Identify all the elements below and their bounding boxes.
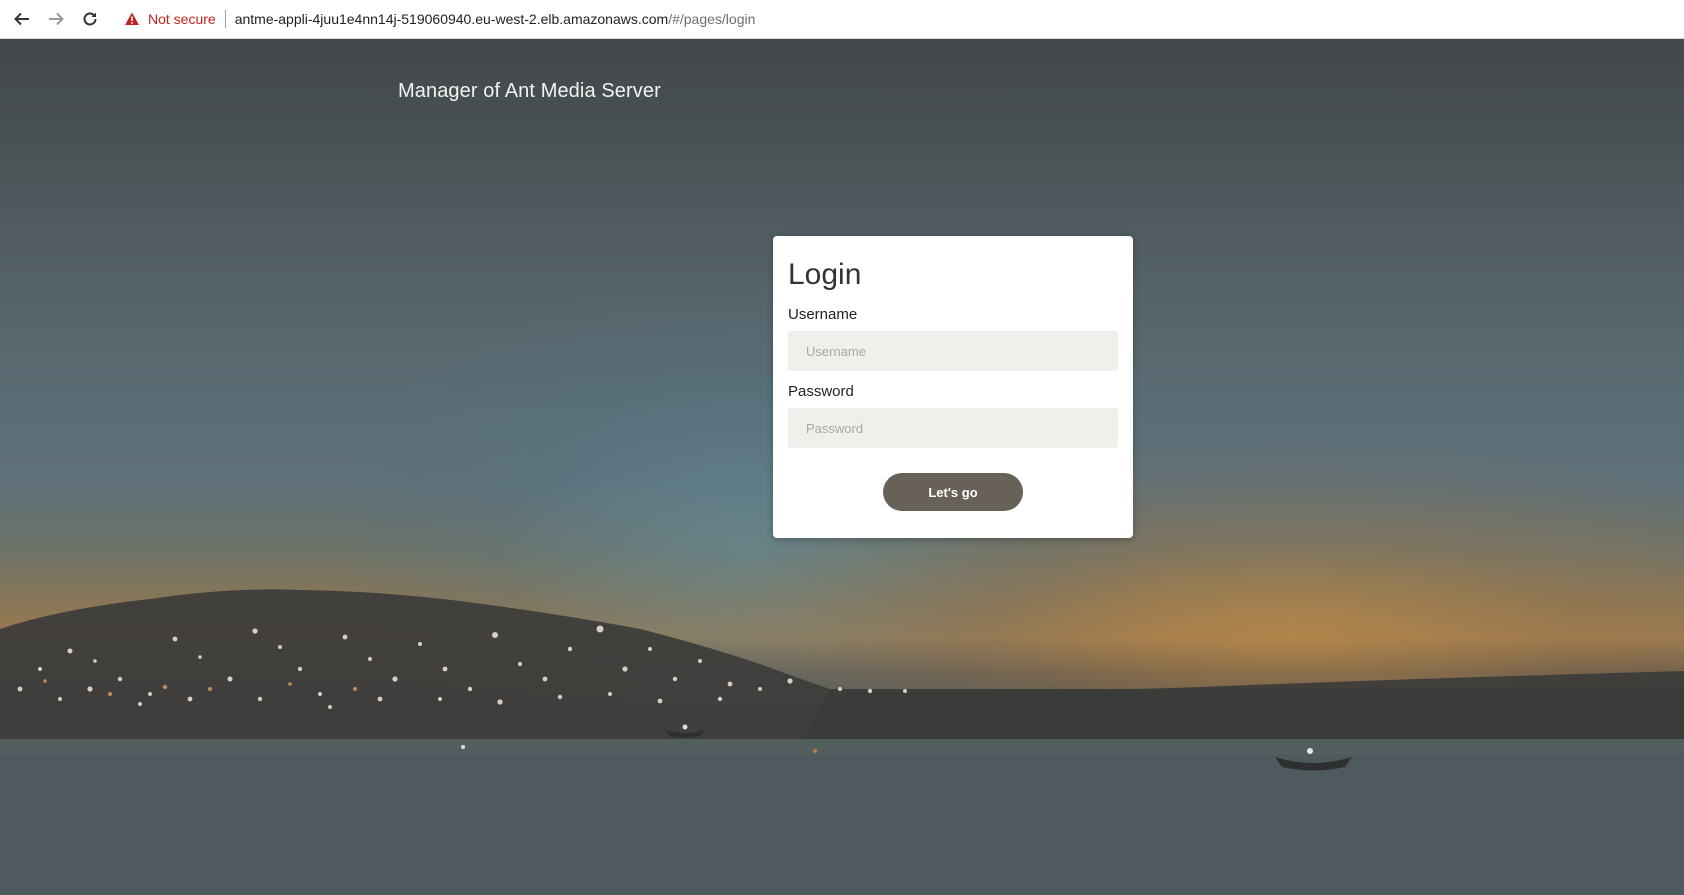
url-host[interactable]: antme-appli-4juu1e4nn14j-519060940.eu-we… [235, 11, 669, 27]
username-input[interactable] [788, 331, 1118, 371]
password-label: Password [788, 383, 854, 400]
login-page-background: Manager of Ant Media Server Login Userna… [0, 39, 1684, 895]
login-card: Login Username Password Let's go [773, 236, 1133, 538]
warning-icon [125, 12, 139, 25]
security-status[interactable]: Not secure [148, 11, 216, 27]
login-submit-button[interactable]: Let's go [883, 473, 1023, 511]
login-title: Login [788, 258, 862, 291]
browser-toolbar: Not secure antme-appli-4juu1e4nn14j-5190… [0, 0, 1684, 39]
address-bar[interactable]: Not secure antme-appli-4juu1e4nn14j-5190… [116, 4, 1676, 34]
brand-title: Manager of Ant Media Server [398, 80, 661, 102]
omnibox-divider [224, 10, 226, 28]
back-arrow-icon [14, 12, 29, 26]
forward-arrow-icon [49, 12, 64, 26]
reload-button[interactable] [74, 3, 106, 35]
username-label: Username [788, 306, 858, 323]
password-input[interactable] [788, 408, 1118, 448]
reload-icon [83, 12, 97, 26]
url-path[interactable]: /#/pages/login [668, 11, 755, 27]
submit-wrapper: Let's go [788, 473, 1118, 511]
back-button[interactable] [6, 3, 38, 35]
forward-button[interactable] [40, 3, 72, 35]
